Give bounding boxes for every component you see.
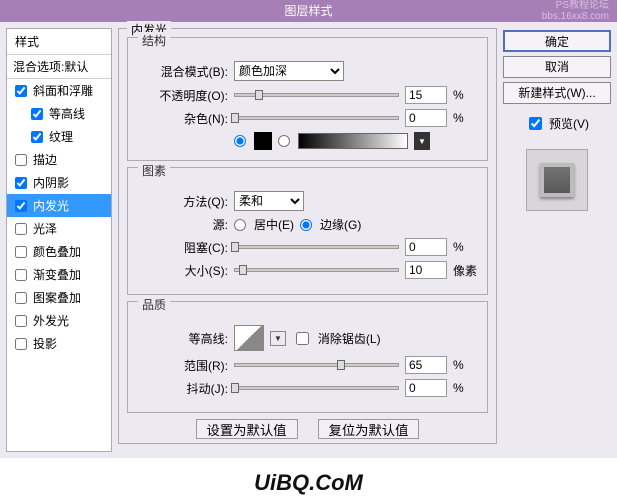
cancel-button[interactable]: 取消: [503, 56, 611, 78]
quality-group: 品质 等高线: ▼ 消除锯齿(L) 范围(R): % 抖动(J):: [127, 301, 488, 413]
choke-slider[interactable]: [234, 245, 399, 249]
color-gradient-radio[interactable]: [278, 135, 290, 147]
dialog-title: 图层样式: [284, 4, 332, 18]
choke-label: 阻塞(C):: [138, 239, 228, 256]
blend-mode-select[interactable]: 颜色加深: [234, 61, 344, 81]
list-item-gradient-overlay[interactable]: 渐变叠加: [7, 263, 111, 286]
contour-picker[interactable]: [234, 325, 264, 351]
size-slider[interactable]: [234, 268, 399, 272]
elements-group: 图素 方法(Q): 柔和 源: 居中(E) 边缘(G) 阻塞(C):: [127, 167, 488, 295]
elements-legend: 图素: [138, 162, 170, 179]
noise-slider[interactable]: [234, 116, 399, 120]
list-item-stroke[interactable]: 描边: [7, 148, 111, 171]
noise-label: 杂色(N):: [138, 110, 228, 127]
source-edge-label: 边缘(G): [320, 216, 361, 233]
source-center-radio[interactable]: [234, 219, 246, 231]
antialias-label: 消除锯齿(L): [318, 330, 381, 347]
antialias-checkbox[interactable]: [296, 332, 309, 345]
source-edge-radio[interactable]: [300, 219, 312, 231]
method-select[interactable]: 柔和: [234, 191, 304, 211]
list-item-drop-shadow[interactable]: 投影: [7, 332, 111, 355]
titlebar: 图层样式 PS教程论坛 bbs.16xx8.com: [0, 0, 617, 22]
blend-mode-label: 混合模式(B):: [138, 63, 228, 80]
styles-header: 样式: [7, 29, 111, 55]
choke-input[interactable]: [405, 238, 447, 256]
color-source-row: ▼: [234, 132, 477, 150]
list-item-inner-glow[interactable]: 内发光: [7, 194, 111, 217]
source-center-label: 居中(E): [254, 216, 294, 233]
new-style-button[interactable]: 新建样式(W)...: [503, 82, 611, 104]
choke-unit: %: [453, 240, 477, 254]
checkbox-drop-shadow[interactable]: [15, 338, 27, 350]
list-item-inner-shadow[interactable]: 内阴影: [7, 171, 111, 194]
list-item-satin[interactable]: 光泽: [7, 217, 111, 240]
structure-legend: 结构: [138, 32, 170, 49]
watermark-top: PS教程论坛 bbs.16xx8.com: [542, 0, 609, 22]
quality-legend: 品质: [138, 296, 170, 313]
inner-glow-group: 内发光 结构 混合模式(B): 颜色加深 不透明度(O): % 杂色(N: [118, 28, 497, 444]
checkbox-outer-glow[interactable]: [15, 315, 27, 327]
checkbox-satin[interactable]: [15, 223, 27, 235]
opacity-input[interactable]: [405, 86, 447, 104]
blend-options-row[interactable]: 混合选项:默认: [7, 55, 111, 79]
opacity-label: 不透明度(O):: [138, 87, 228, 104]
jitter-input[interactable]: [405, 379, 447, 397]
set-default-button[interactable]: 设置为默认值: [196, 419, 298, 439]
jitter-slider[interactable]: [234, 386, 399, 390]
preview-checkbox[interactable]: [529, 117, 542, 130]
opacity-slider[interactable]: [234, 93, 399, 97]
noise-input[interactable]: [405, 109, 447, 127]
range-input[interactable]: [405, 356, 447, 374]
checkbox-texture[interactable]: [31, 131, 43, 143]
center-panel: 内发光 结构 混合模式(B): 颜色加深 不透明度(O): % 杂色(N: [118, 28, 497, 452]
opacity-unit: %: [453, 88, 477, 102]
noise-unit: %: [453, 111, 477, 125]
right-panel: 确定 取消 新建样式(W)... 预览(V): [503, 28, 611, 452]
gradient-picker[interactable]: [298, 133, 408, 149]
size-unit: 像素: [453, 262, 477, 279]
checkbox-contour[interactable]: [31, 108, 43, 120]
ok-button[interactable]: 确定: [503, 30, 611, 52]
method-label: 方法(Q):: [138, 193, 228, 210]
jitter-unit: %: [453, 381, 477, 395]
checkbox-stroke[interactable]: [15, 154, 27, 166]
structure-group: 结构 混合模式(B): 颜色加深 不透明度(O): % 杂色(N):: [127, 37, 488, 161]
styles-list: 样式 混合选项:默认 斜面和浮雕 等高线 纹理 描边 内阴影 内发光 光泽: [6, 28, 112, 452]
list-item-outer-glow[interactable]: 外发光: [7, 309, 111, 332]
preview-row: 预览(V): [503, 114, 611, 133]
checkbox-bevel[interactable]: [15, 85, 27, 97]
contour-label: 等高线:: [138, 330, 228, 347]
dialog-body: 样式 混合选项:默认 斜面和浮雕 等高线 纹理 描边 内阴影 内发光 光泽: [0, 22, 617, 458]
list-item-pattern-overlay[interactable]: 图案叠加: [7, 286, 111, 309]
range-unit: %: [453, 358, 477, 372]
preview-inner-icon: [540, 163, 574, 197]
size-label: 大小(S):: [138, 262, 228, 279]
color-swatch[interactable]: [254, 132, 272, 150]
checkbox-inner-glow[interactable]: [15, 200, 27, 212]
range-slider[interactable]: [234, 363, 399, 367]
chevron-down-icon[interactable]: ▼: [270, 331, 286, 346]
gradient-dropdown-icon[interactable]: ▼: [414, 132, 430, 150]
list-item-color-overlay[interactable]: 颜色叠加: [7, 240, 111, 263]
range-label: 范围(R):: [138, 357, 228, 374]
color-solid-radio[interactable]: [234, 135, 246, 147]
checkbox-gradient-overlay[interactable]: [15, 269, 27, 281]
list-item-bevel[interactable]: 斜面和浮雕: [7, 79, 111, 102]
checkbox-pattern-overlay[interactable]: [15, 292, 27, 304]
jitter-label: 抖动(J):: [138, 380, 228, 397]
checkbox-color-overlay[interactable]: [15, 246, 27, 258]
preview-label: 预览(V): [549, 115, 589, 132]
list-item-contour[interactable]: 等高线: [7, 102, 111, 125]
bottom-buttons: 设置为默认值 复位为默认值: [127, 419, 488, 439]
list-item-texture[interactable]: 纹理: [7, 125, 111, 148]
preview-thumbnail: [526, 149, 588, 211]
size-input[interactable]: [405, 261, 447, 279]
source-label: 源:: [138, 216, 228, 233]
watermark-bottom: UiBQ.CoM: [0, 470, 617, 496]
checkbox-inner-shadow[interactable]: [15, 177, 27, 189]
reset-default-button[interactable]: 复位为默认值: [318, 419, 420, 439]
